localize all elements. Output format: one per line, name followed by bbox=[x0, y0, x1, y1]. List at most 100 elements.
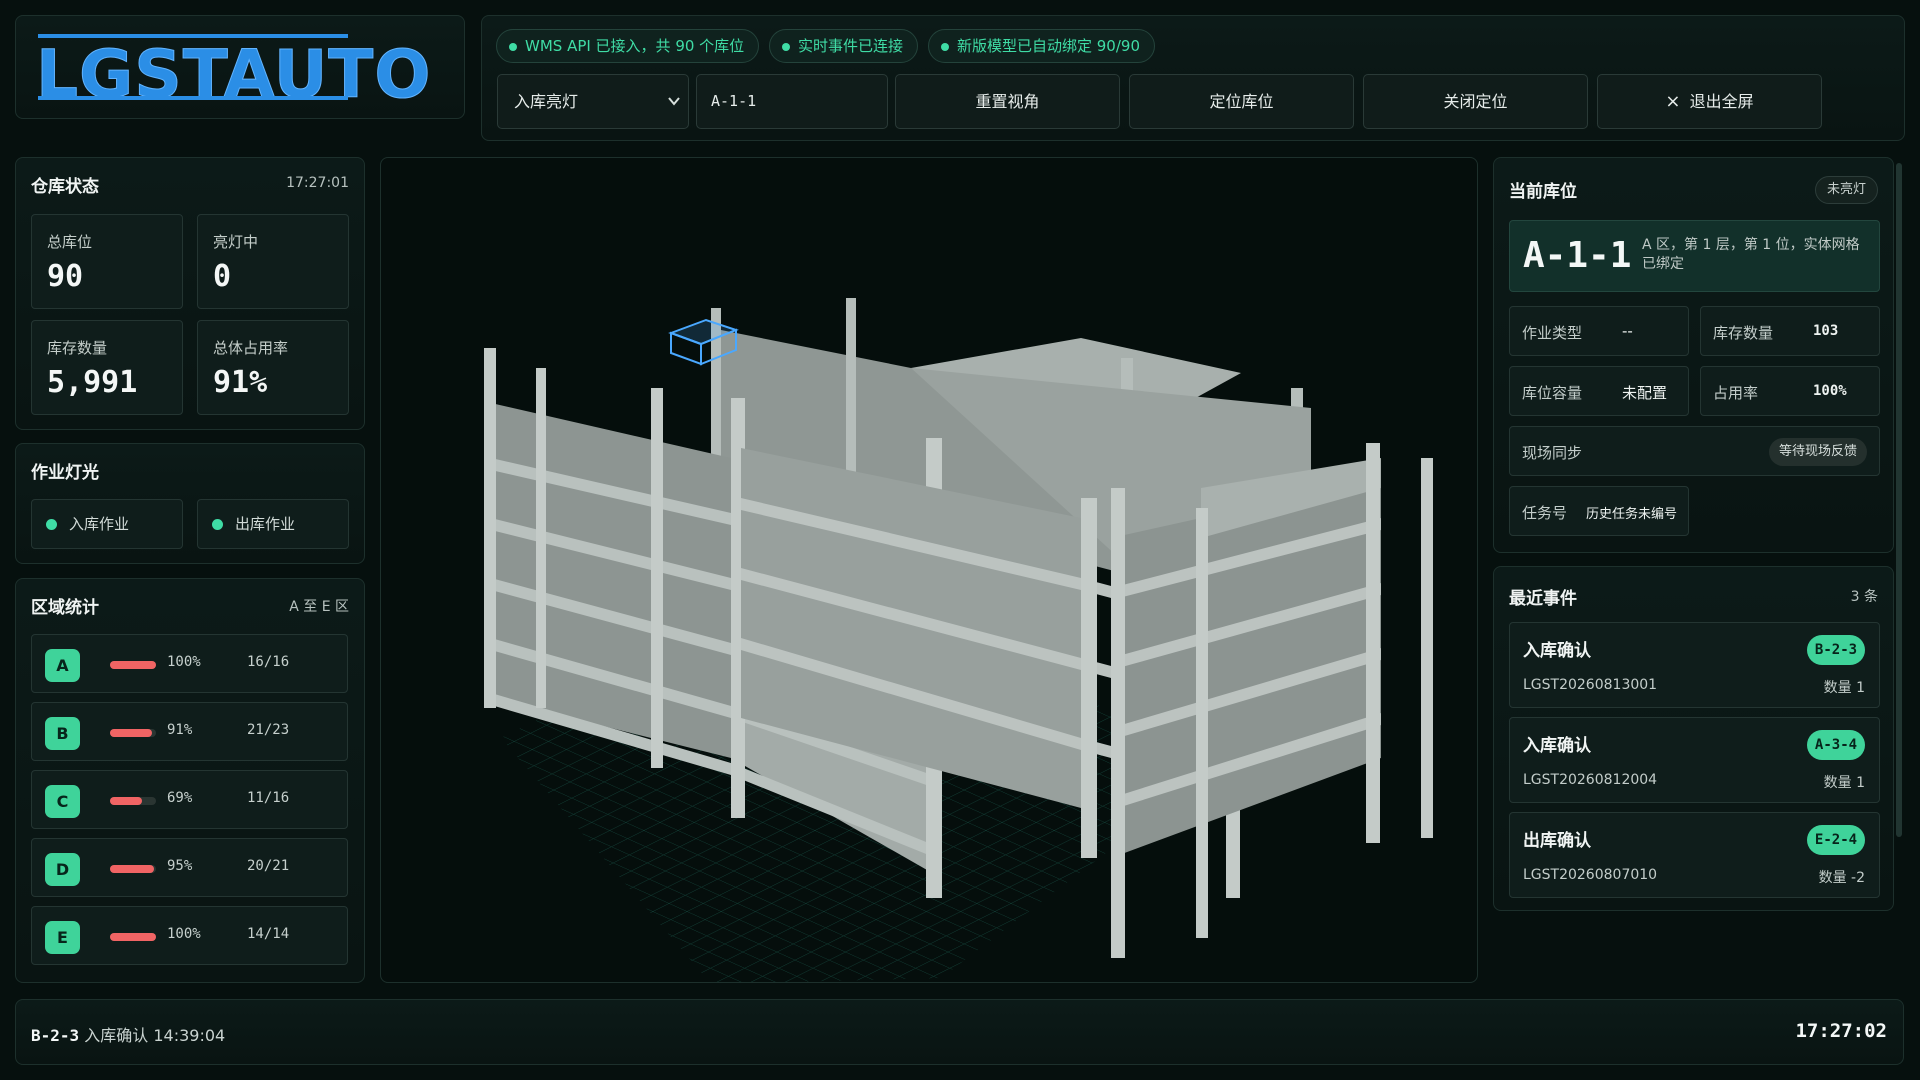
panel-title: 作业灯光 bbox=[31, 463, 99, 483]
zone-bar bbox=[110, 933, 156, 941]
location-summary: A-1-1 A 区，第 1 层，第 1 位，实体网格已绑定 bbox=[1509, 220, 1880, 292]
status-dot-icon bbox=[509, 43, 517, 51]
chevron-down-icon bbox=[668, 75, 680, 151]
warehouse-3d-viewport[interactable] bbox=[380, 157, 1478, 983]
stat-label: 亮灯中 bbox=[213, 233, 259, 251]
field-capacity: 库位容量 未配置 bbox=[1509, 366, 1689, 416]
location-input[interactable]: A-1-1 bbox=[696, 74, 888, 129]
stat-stock-qty: 库存数量 5,991 bbox=[31, 320, 183, 415]
light-status-badge: 未亮灯 bbox=[1814, 176, 1878, 204]
zone-pct: 69% bbox=[167, 790, 193, 806]
last-event-code: B-2-3 bbox=[31, 1026, 80, 1045]
event-card[interactable]: 入库确认 B-2-3 LGST20260813001 数量 1 bbox=[1509, 622, 1880, 708]
field-label: 占用率 bbox=[1713, 384, 1759, 402]
last-event-text: 入库确认 14:39:04 bbox=[84, 1026, 226, 1045]
zone-row[interactable]: D 95% 20/21 bbox=[31, 838, 348, 897]
stat-occupancy: 总体占用率 91% bbox=[197, 320, 349, 415]
event-order-no: LGST20260812004 bbox=[1523, 772, 1658, 788]
field-label: 作业类型 bbox=[1522, 324, 1583, 342]
location-desc: A 区，第 1 层，第 1 位，实体网格已绑定 bbox=[1642, 237, 1860, 272]
panel-title: 区域统计 bbox=[31, 598, 99, 618]
zone-bar-fill bbox=[110, 933, 156, 941]
footer-bar: B-2-3 入库确认 14:39:04 17:27:02 bbox=[15, 999, 1904, 1065]
zone-row[interactable]: E 100% 14/14 bbox=[31, 906, 348, 965]
zone-bar bbox=[110, 661, 156, 669]
close-locate-button[interactable]: 关闭定位 bbox=[1363, 74, 1588, 129]
field-job-type: 作业类型 -- bbox=[1509, 306, 1689, 356]
zone-bar-fill bbox=[110, 729, 152, 737]
status-dot-icon bbox=[941, 43, 949, 51]
rack-scene bbox=[484, 298, 1433, 982]
zone-badge: A bbox=[45, 649, 80, 682]
panel-title: 最近事件 bbox=[1509, 589, 1577, 609]
mode-select-value: 入库亮灯 bbox=[514, 92, 579, 111]
chip-label: WMS API 已接入，共 90 个库位 bbox=[525, 37, 745, 55]
event-card[interactable]: 入库确认 A-3-4 LGST20260812004 数量 1 bbox=[1509, 717, 1880, 803]
zone-count: 11/16 bbox=[247, 790, 290, 806]
work-lights-panel: 作业灯光 入库作业 出库作业 bbox=[15, 443, 365, 564]
event-order-no: LGST20260807010 bbox=[1523, 867, 1658, 883]
zone-row[interactable]: B 91% 21/23 bbox=[31, 702, 348, 761]
field-stock-qty: 库存数量 103 bbox=[1700, 306, 1880, 356]
field-task: 任务号 历史任务未编号 bbox=[1509, 486, 1689, 536]
event-count: 3 条 bbox=[1850, 589, 1878, 605]
chip-label: 新版模型已自动绑定 90/90 bbox=[957, 37, 1140, 55]
field-label: 库位容量 bbox=[1522, 384, 1583, 402]
close-icon: × bbox=[1665, 91, 1681, 112]
reset-view-button[interactable]: 重置视角 bbox=[895, 74, 1120, 129]
zone-badge: B bbox=[45, 717, 80, 750]
right-scrollbar[interactable] bbox=[1896, 163, 1902, 837]
zone-badge: D bbox=[45, 853, 80, 886]
mode-select[interactable]: 入库亮灯 bbox=[497, 74, 689, 129]
exit-fullscreen-label: 退出全屏 bbox=[1689, 92, 1754, 111]
zone-badge: E bbox=[45, 921, 80, 954]
warehouse-status-panel: 仓库状态 17:27:01 总库位 90 亮灯中 0 库存数量 5,991 总体… bbox=[15, 157, 365, 430]
event-qty: 数量 1 bbox=[1823, 775, 1865, 791]
light-label: 出库作业 bbox=[235, 515, 296, 533]
light-dot-icon bbox=[212, 519, 223, 530]
zone-count: 16/16 bbox=[247, 654, 290, 670]
field-label: 任务号 bbox=[1522, 504, 1568, 522]
event-title: 入库确认 bbox=[1523, 641, 1591, 661]
event-order-no: LGST20260813001 bbox=[1523, 677, 1658, 693]
zone-count: 21/23 bbox=[247, 722, 290, 738]
location-code: A-1-1 bbox=[1523, 235, 1632, 276]
zone-bar bbox=[110, 729, 156, 737]
light-dot-icon bbox=[46, 519, 57, 530]
event-title: 入库确认 bbox=[1523, 736, 1591, 756]
recent-events-panel: 最近事件 3 条 入库确认 B-2-3 LGST20260813001 数量 1 入库确… bbox=[1493, 566, 1894, 911]
event-location-tag: B-2-3 bbox=[1807, 635, 1865, 665]
stat-label: 总体占用率 bbox=[213, 339, 289, 357]
event-qty: 数量 1 bbox=[1823, 680, 1865, 696]
status-dot-icon bbox=[782, 43, 790, 51]
zone-pct: 100% bbox=[167, 654, 201, 670]
field-sync: 现场同步 等待现场反馈 bbox=[1509, 426, 1880, 476]
stat-value: 0 bbox=[213, 259, 232, 294]
zone-bar bbox=[110, 797, 156, 805]
event-title: 出库确认 bbox=[1523, 831, 1591, 851]
zone-bar-fill bbox=[110, 661, 156, 669]
clock: 17:27:02 bbox=[1795, 1020, 1887, 1042]
status-time: 17:27:01 bbox=[286, 175, 349, 191]
light-inbound-button[interactable]: 入库作业 bbox=[31, 499, 183, 549]
exit-fullscreen-button[interactable]: × 退出全屏 bbox=[1597, 74, 1822, 129]
field-value: 未配置 bbox=[1622, 384, 1668, 402]
locate-button[interactable]: 定位库位 bbox=[1129, 74, 1354, 129]
stat-value: 90 bbox=[47, 259, 84, 294]
field-label: 现场同步 bbox=[1522, 444, 1583, 462]
event-card[interactable]: 出库确认 E-2-4 LGST20260807010 数量 -2 bbox=[1509, 812, 1880, 898]
stat-label: 总库位 bbox=[47, 233, 93, 251]
chip-label: 实时事件已连接 bbox=[798, 37, 904, 55]
field-value: 103 bbox=[1813, 323, 1839, 339]
stat-total-locations: 总库位 90 bbox=[31, 214, 183, 309]
field-label: 库存数量 bbox=[1713, 324, 1774, 342]
light-label: 入库作业 bbox=[69, 515, 130, 533]
zone-row[interactable]: C 69% 11/16 bbox=[31, 770, 348, 829]
status-chip-realtime: 实时事件已连接 bbox=[769, 29, 919, 63]
logo-rule-bottom bbox=[38, 96, 348, 100]
light-outbound-button[interactable]: 出库作业 bbox=[197, 499, 349, 549]
zone-count: 20/21 bbox=[247, 858, 290, 874]
zone-row[interactable]: A 100% 16/16 bbox=[31, 634, 348, 693]
event-location-tag: E-2-4 bbox=[1807, 825, 1865, 855]
zone-bar-fill bbox=[110, 797, 142, 805]
